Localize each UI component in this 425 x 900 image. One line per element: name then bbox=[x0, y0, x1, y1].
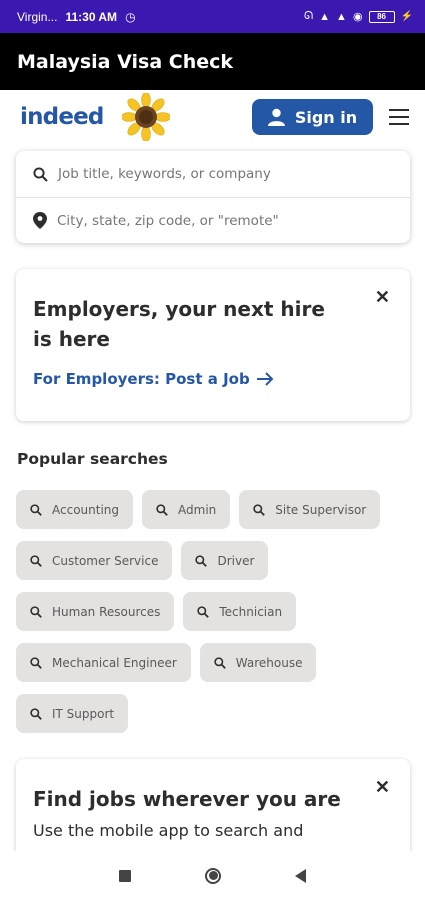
chip-label: Accounting bbox=[52, 502, 120, 517]
where-placeholder: City, state, zip code, or "remote" bbox=[57, 212, 279, 229]
indeed-logo[interactable]: indeed bbox=[20, 104, 104, 130]
search-icon bbox=[197, 605, 210, 618]
alarm-icon: ◷ bbox=[125, 9, 136, 24]
status-time: 11:30 AM bbox=[65, 9, 118, 24]
system-nav-bar bbox=[0, 851, 425, 900]
chip-label: Site Supervisor bbox=[275, 502, 367, 517]
chip-label: Driver bbox=[217, 553, 255, 568]
chip-label: Mechanical Engineer bbox=[52, 655, 177, 670]
search-icon bbox=[195, 554, 208, 567]
sign-in-button[interactable]: Sign in bbox=[252, 99, 373, 135]
popular-search-chip[interactable]: IT Support bbox=[16, 694, 129, 733]
chip-label: Admin bbox=[178, 502, 217, 517]
search-icon bbox=[30, 656, 42, 669]
app-title: Malaysia Visa Check bbox=[17, 50, 234, 73]
app-promo-text: Use the mobile app to search and bbox=[33, 821, 304, 840]
popular-searches-title: Popular searches bbox=[17, 450, 168, 468]
popular-search-chip[interactable]: Human Resources bbox=[16, 592, 175, 631]
chip-label: Technician bbox=[219, 604, 283, 619]
employer-card: Employers, your next hire is here For Em… bbox=[16, 269, 410, 421]
popular-searches-list: Accounting Admin Site Supervisor Custome… bbox=[16, 490, 411, 733]
search-icon bbox=[33, 166, 48, 182]
popular-search-chip[interactable]: Technician bbox=[183, 592, 297, 631]
back-button[interactable] bbox=[295, 868, 306, 883]
popular-search-chip[interactable]: Admin bbox=[142, 490, 231, 529]
popular-search-chip[interactable]: Accounting bbox=[16, 490, 134, 529]
chip-label: Human Resources bbox=[52, 604, 161, 619]
sunflower-icon bbox=[121, 93, 170, 141]
charging-icon: ⚡ bbox=[400, 11, 413, 22]
popular-search-chip[interactable]: Site Supervisor bbox=[239, 490, 381, 529]
chip-label: Customer Service bbox=[52, 553, 159, 568]
signal-icon-2: ▲ bbox=[336, 10, 347, 23]
close-icon[interactable]: ✕ bbox=[375, 287, 390, 308]
search-icon bbox=[30, 707, 42, 720]
search-icon bbox=[30, 605, 42, 618]
recents-button[interactable] bbox=[119, 869, 131, 882]
post-job-link[interactable]: For Employers: Post a Job bbox=[33, 370, 392, 388]
home-button[interactable] bbox=[205, 867, 221, 884]
sign-in-label: Sign in bbox=[294, 107, 358, 127]
where-field[interactable]: City, state, zip code, or "remote" bbox=[16, 197, 410, 243]
location-pin-icon bbox=[33, 212, 47, 229]
what-placeholder: Job title, keywords, or company bbox=[58, 166, 271, 182]
employer-card-title: Employers, your next hire is here bbox=[33, 297, 325, 351]
popular-search-chip[interactable]: Driver bbox=[181, 541, 269, 580]
search-card: Job title, keywords, or company City, st… bbox=[16, 151, 410, 243]
what-field[interactable]: Job title, keywords, or company bbox=[16, 151, 410, 197]
close-icon[interactable]: ✕ bbox=[375, 777, 390, 798]
battery-icon: 86 bbox=[368, 10, 395, 23]
search-icon bbox=[30, 554, 42, 567]
app-title-bar: Malaysia Visa Check bbox=[0, 33, 425, 90]
post-job-link-text: For Employers: Post a Job bbox=[33, 370, 250, 388]
chip-label: IT Support bbox=[52, 706, 115, 721]
carrier-name: Virgin... bbox=[17, 9, 58, 24]
person-icon bbox=[267, 108, 285, 126]
chip-label: Warehouse bbox=[235, 655, 303, 670]
popular-search-chip[interactable]: Mechanical Engineer bbox=[16, 643, 191, 682]
popular-search-chip[interactable]: Warehouse bbox=[199, 643, 317, 682]
signal-icon: ▲ bbox=[319, 10, 331, 23]
app-promo-title: Find jobs wherever you are bbox=[33, 787, 341, 811]
arrow-right-icon bbox=[256, 372, 274, 386]
search-icon bbox=[214, 656, 226, 669]
wifi-icon: ◉ bbox=[352, 11, 363, 23]
search-icon bbox=[253, 503, 266, 516]
menu-icon[interactable] bbox=[389, 109, 409, 125]
search-icon bbox=[156, 503, 168, 516]
status-bar: Virgin... 11:30 AM ◷ ᘏ ▲ ▲ ◉ 86 ⚡ bbox=[0, 0, 425, 33]
logo-text: indeed bbox=[20, 104, 104, 130]
search-icon bbox=[30, 503, 42, 516]
popular-search-chip[interactable]: Customer Service bbox=[16, 541, 173, 580]
site-header: indeed Sign in bbox=[0, 90, 425, 144]
bluetooth-icon: ᘏ bbox=[304, 10, 314, 22]
